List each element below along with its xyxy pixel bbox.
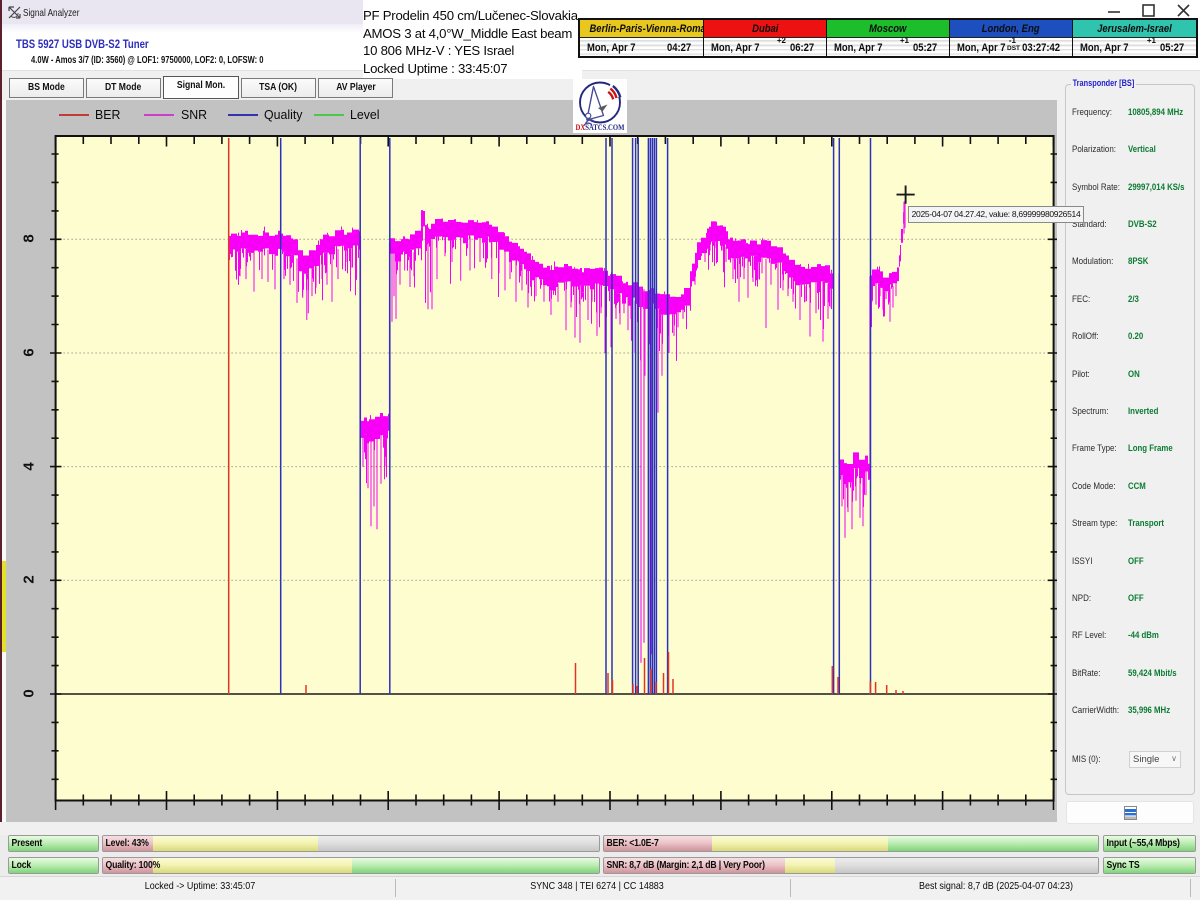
svg-text:DXSATCS.COM: DXSATCS.COM (576, 123, 625, 132)
